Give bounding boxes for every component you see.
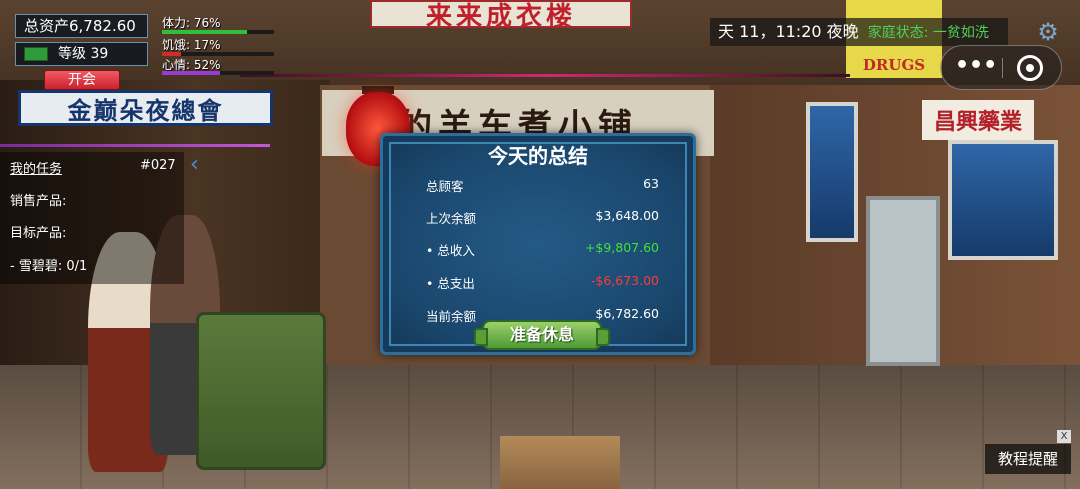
shop-window	[806, 102, 858, 242]
row-value: $3,648.00	[595, 208, 659, 223]
row-value: +$9,807.60	[584, 240, 659, 255]
close-icon[interactable]	[1017, 55, 1043, 81]
row-label: • 总支出	[426, 276, 475, 291]
neon-strip	[0, 144, 270, 147]
family-status: 家庭状态: 一贫如洗	[867, 25, 989, 41]
meeting-button[interactable]: 开会	[44, 70, 120, 90]
row-value: 63	[643, 176, 659, 191]
stamina-label: 体力: 76%	[162, 16, 221, 30]
tutorial-close-button[interactable]: X	[1057, 430, 1071, 443]
gear-icon[interactable]: ⚙	[1034, 18, 1062, 46]
summary-row-expense: • 总支出 -$6,673.00	[426, 273, 659, 292]
hunger-label: 饥饿: 17%	[162, 38, 221, 52]
cardboard-box	[500, 436, 620, 489]
mini-program-capsule: •••	[940, 45, 1062, 90]
target-products-label: 目标产品:	[10, 226, 67, 241]
row-label: 总顾客	[426, 179, 464, 194]
task-title[interactable]: 我的任务	[10, 158, 62, 177]
row-label: 上次余额	[426, 211, 477, 226]
row-label: 当前余额	[426, 309, 477, 324]
mood-bar-fill	[162, 71, 221, 75]
sell-products-label: 销售产品:	[10, 194, 67, 209]
row-value: $6,782.60	[595, 306, 659, 321]
sign-top-clothing: 来来成衣楼	[370, 0, 632, 32]
task-number: #027	[140, 158, 176, 173]
target-item: - 雪碧碧: 0/1	[10, 259, 88, 274]
shop-window	[948, 140, 1058, 260]
day-time: 天 11，11:20 夜晚	[718, 22, 859, 41]
more-options-icon[interactable]: •••	[955, 55, 997, 80]
summary-row-customers: 总顾客 63	[426, 176, 659, 195]
green-trash-bin	[196, 312, 326, 470]
stamina-bar-fill	[162, 30, 248, 34]
chevron-left-icon[interactable]: ‹	[190, 152, 199, 177]
day-time-status: 天 11，11:20 夜晚 家庭状态: 一贫如洗	[710, 18, 1008, 46]
sign-pharmacy: 昌興藥業	[922, 100, 1034, 140]
level-badge-icon	[24, 47, 48, 61]
stamina-bar	[162, 30, 274, 34]
sign-nightclub: 金巅朵夜總會	[18, 90, 273, 126]
mood-bar	[162, 71, 274, 75]
pharmacy-door	[866, 196, 940, 366]
capsule-divider	[1002, 58, 1003, 78]
dialog-title: 今天的总结	[488, 144, 588, 168]
summary-row-income: • 总收入 +$9,807.60	[426, 240, 659, 259]
level-indicator: 等级 39	[15, 42, 148, 66]
neon-strip	[240, 74, 850, 77]
level-text: 等级 39	[58, 46, 109, 62]
row-value: -$6,673.00	[590, 273, 659, 288]
total-assets: 总资产6,782.60	[15, 14, 148, 38]
task-panel: 我的任务 #027 销售产品: 目标产品: - 雪碧碧: 0/1	[0, 152, 184, 284]
tutorial-button[interactable]: 教程提醒	[985, 444, 1071, 474]
row-label: • 总收入	[426, 243, 475, 258]
rest-button[interactable]: 准备休息	[474, 320, 610, 350]
summary-row-previous-balance: 上次余额 $3,648.00	[426, 208, 659, 227]
